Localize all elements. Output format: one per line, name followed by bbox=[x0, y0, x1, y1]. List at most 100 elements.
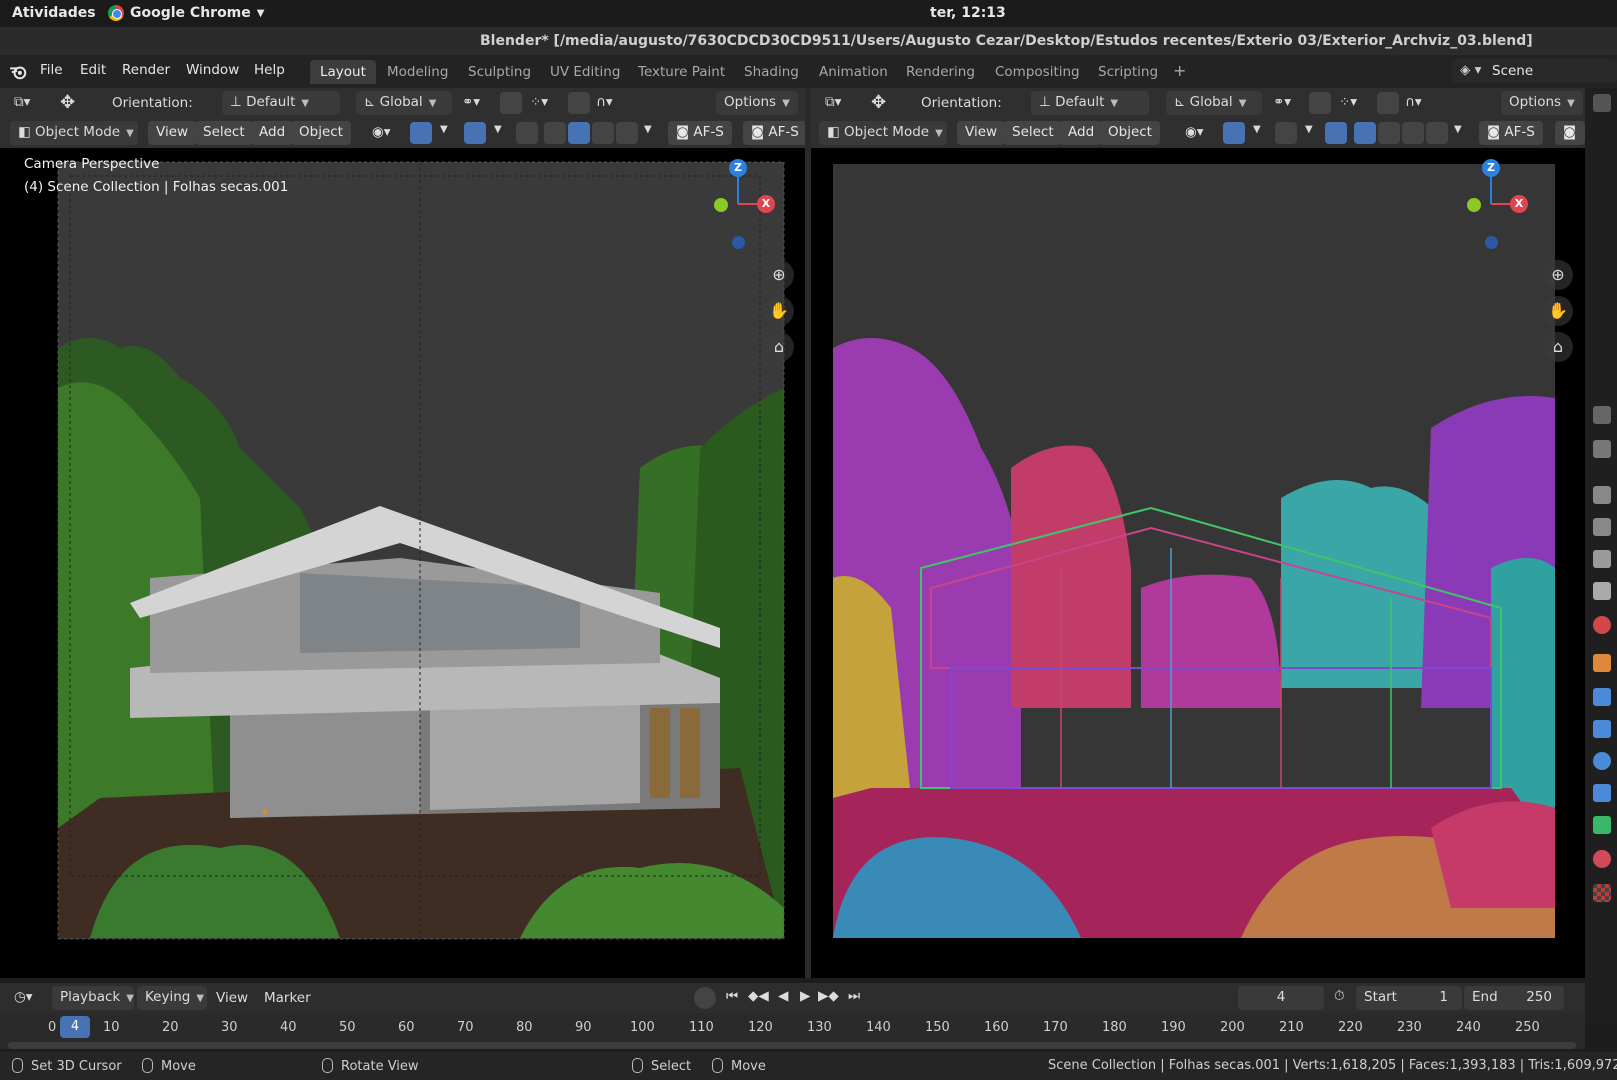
physics-icon[interactable] bbox=[1593, 752, 1611, 770]
xray-icon[interactable] bbox=[516, 122, 538, 144]
tab-compositing[interactable]: Compositing bbox=[985, 60, 1090, 84]
wrench-tool-icon[interactable] bbox=[1593, 440, 1611, 458]
modifier-wrench-icon[interactable] bbox=[1593, 688, 1611, 706]
menu-render[interactable]: Render bbox=[122, 62, 170, 78]
visibility-icon[interactable]: ◉▾ bbox=[372, 124, 391, 140]
proportional-edit-icon[interactable] bbox=[568, 92, 590, 114]
orientation-dropdown[interactable]: ⊥ Default ▼ bbox=[222, 91, 340, 115]
falloff-icon[interactable]: ∩▾ bbox=[596, 94, 613, 110]
texture-icon[interactable] bbox=[1593, 884, 1611, 902]
jump-end-icon[interactable]: ⏭ bbox=[848, 988, 860, 1004]
pan-hand-icon[interactable]: ✋ bbox=[1543, 296, 1573, 326]
camera-view-icon[interactable]: ⌂ bbox=[764, 332, 794, 362]
view-menu[interactable]: View bbox=[148, 121, 197, 145]
visibility-icon[interactable]: ◉▾ bbox=[1185, 124, 1204, 140]
marker-menu[interactable]: Marker bbox=[264, 990, 311, 1006]
af-s-button-1[interactable]: ◙ AF-S bbox=[668, 121, 732, 145]
chevron-down-icon[interactable]: ▼ bbox=[1454, 124, 1462, 135]
gizmo-y-axis[interactable] bbox=[714, 198, 728, 212]
prev-keyframe-icon[interactable]: ◆◀ bbox=[748, 988, 769, 1004]
add-menu[interactable]: Add bbox=[251, 121, 294, 145]
view-menu[interactable]: View bbox=[957, 121, 1006, 145]
right-3d-viewport[interactable]: Z X ⊕ ✋ ⌂ bbox=[811, 148, 1585, 978]
pan-hand-icon[interactable]: ✋ bbox=[764, 296, 794, 326]
wireframe-shading-icon[interactable] bbox=[1354, 122, 1376, 144]
object-menu[interactable]: Object bbox=[1100, 121, 1160, 145]
proportional-edit-icon[interactable] bbox=[1377, 92, 1399, 114]
timeline-view-menu[interactable]: View bbox=[216, 990, 248, 1006]
options-dropdown[interactable]: Options ▼ bbox=[1501, 91, 1583, 115]
tab-uv-editing[interactable]: UV Editing bbox=[540, 60, 630, 84]
mode-dropdown[interactable]: ◧ Object Mode ▼ bbox=[819, 121, 947, 145]
current-frame-indicator[interactable]: 4 bbox=[60, 1016, 90, 1038]
navigation-gizmo[interactable]: Z X bbox=[690, 152, 780, 252]
snap-icon[interactable] bbox=[500, 92, 522, 114]
select-menu[interactable]: Select bbox=[1004, 121, 1062, 145]
keying-menu[interactable]: Keying ▼ bbox=[137, 986, 207, 1010]
menu-file[interactable]: File bbox=[40, 62, 63, 78]
gizmo-neg-z-axis[interactable] bbox=[1485, 236, 1498, 249]
overlay-toggle-icon[interactable] bbox=[464, 122, 486, 144]
af-s-button-1[interactable]: ◙ AF-S bbox=[1479, 121, 1543, 145]
tab-texture-paint[interactable]: Texture Paint bbox=[628, 60, 735, 84]
transform-pivot-icon[interactable]: ✥ bbox=[871, 92, 886, 113]
clock[interactable]: ter, 12:13 bbox=[930, 5, 1006, 21]
solid-shading-icon[interactable] bbox=[568, 122, 590, 144]
tab-shading[interactable]: Shading bbox=[734, 60, 809, 84]
render-properties-icon[interactable] bbox=[1593, 486, 1611, 504]
timeline-scrollbar[interactable] bbox=[8, 1042, 1576, 1049]
gizmo-toggle-icon[interactable] bbox=[1223, 122, 1245, 144]
end-frame-field[interactable]: End 250 bbox=[1464, 986, 1564, 1010]
transform-space-dropdown[interactable]: ⊾ Global ▼ bbox=[1166, 91, 1262, 115]
navigation-gizmo[interactable]: Z X bbox=[1443, 152, 1533, 252]
gizmo-x-axis[interactable]: X bbox=[757, 195, 775, 213]
transform-space-dropdown[interactable]: ⊾ Global ▼ bbox=[356, 91, 452, 115]
snap-icon[interactable] bbox=[1309, 92, 1331, 114]
next-keyframe-icon[interactable]: ▶◆ bbox=[818, 988, 839, 1004]
wireframe-shading-icon[interactable] bbox=[544, 122, 566, 144]
particles-icon[interactable] bbox=[1593, 720, 1611, 738]
chevron-down-icon[interactable]: ▼ bbox=[644, 124, 652, 135]
xray-icon[interactable] bbox=[1325, 122, 1347, 144]
start-frame-field[interactable]: Start 1 bbox=[1356, 986, 1462, 1010]
material-shading-icon[interactable] bbox=[592, 122, 614, 144]
material-icon[interactable] bbox=[1593, 850, 1611, 868]
menu-help[interactable]: Help bbox=[254, 62, 285, 78]
snap-grid-icon[interactable]: ⁘▾ bbox=[530, 94, 548, 110]
tab-sculpting[interactable]: Sculpting bbox=[458, 60, 541, 84]
constraints-icon[interactable] bbox=[1593, 784, 1611, 802]
blender-logo-icon[interactable] bbox=[10, 63, 28, 81]
editor-type-icon[interactable]: ⧉▾ bbox=[825, 94, 841, 110]
tab-animation[interactable]: Animation bbox=[809, 60, 898, 84]
tab-rendering[interactable]: Rendering bbox=[896, 60, 985, 84]
zoom-icon[interactable]: ⊕ bbox=[764, 260, 794, 290]
rendered-shading-icon[interactable] bbox=[616, 122, 638, 144]
menu-edit[interactable]: Edit bbox=[80, 62, 106, 78]
snap-grid-icon[interactable]: ⁘▾ bbox=[1339, 94, 1357, 110]
gizmo-z-axis[interactable]: Z bbox=[1482, 159, 1500, 177]
scene-selector[interactable]: ◈ ▾ Scene bbox=[1452, 59, 1617, 83]
stopwatch-icon[interactable]: ⏱ bbox=[1334, 988, 1345, 1004]
tab-modeling[interactable]: Modeling bbox=[377, 60, 458, 84]
output-properties-icon[interactable] bbox=[1593, 518, 1611, 536]
af-s-button-2[interactable]: ◙ AF-S bbox=[743, 121, 807, 145]
select-menu[interactable]: Select bbox=[195, 121, 253, 145]
chevron-down-icon[interactable]: ▼ bbox=[1305, 124, 1313, 135]
chevron-down-icon[interactable]: ▼ bbox=[440, 124, 448, 135]
object-properties-icon[interactable] bbox=[1593, 654, 1611, 672]
play-reverse-icon[interactable]: ◀ bbox=[778, 988, 788, 1004]
app-menu[interactable]: Google Chrome ▼ bbox=[108, 5, 264, 21]
editor-type-icon[interactable]: ⧉▾ bbox=[14, 94, 30, 110]
gizmo-neg-z-axis[interactable] bbox=[732, 236, 745, 249]
activities-button[interactable]: Atividades bbox=[12, 5, 96, 21]
mode-dropdown[interactable]: ◧ Object Mode ▼ bbox=[10, 121, 138, 145]
world-properties-icon[interactable] bbox=[1593, 616, 1611, 634]
solid-shading-icon[interactable] bbox=[1378, 122, 1400, 144]
link-icon[interactable]: ⚭▾ bbox=[462, 94, 480, 110]
gizmo-x-axis[interactable]: X bbox=[1510, 195, 1528, 213]
gizmo-toggle-icon[interactable] bbox=[410, 122, 432, 144]
rendered-shading-icon[interactable] bbox=[1426, 122, 1448, 144]
record-icon[interactable] bbox=[694, 987, 716, 1009]
chevron-down-icon[interactable]: ▼ bbox=[494, 124, 502, 135]
falloff-icon[interactable]: ∩▾ bbox=[1405, 94, 1422, 110]
